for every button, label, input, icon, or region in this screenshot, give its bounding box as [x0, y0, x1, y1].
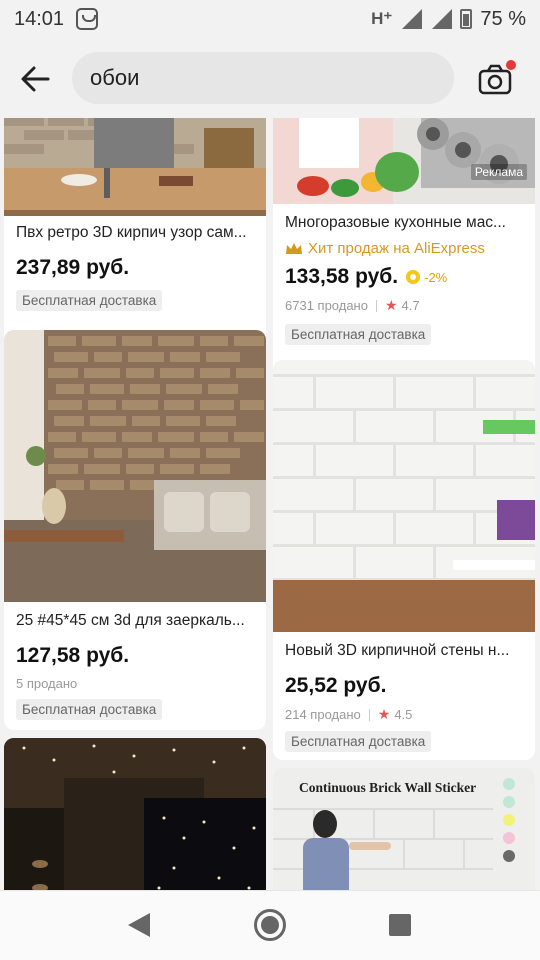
product-image: Реклама — [273, 118, 535, 204]
product-title: Новый 3D кирпичной стены н... — [285, 642, 510, 659]
product-card[interactable]: Новый 3D кирпичной стены н... 25,52 руб.… — [273, 360, 535, 760]
product-info: Многоразовые кухонные мас... Хит продаж … — [285, 214, 525, 345]
free-shipping-badge: Бесплатная доставка — [285, 731, 432, 752]
product-image — [4, 330, 266, 602]
product-card[interactable] — [4, 738, 266, 890]
sold-count: 5 продано — [16, 676, 78, 691]
product-price: 237,89 руб. — [16, 256, 130, 279]
sold-count: 6731 продано — [285, 298, 368, 313]
free-shipping-badge: Бесплатная доставка — [285, 324, 432, 345]
product-price: 133,58 руб. -2% — [285, 265, 448, 288]
product-card[interactable]: 25 #45*45 см 3d для заеркаль... 127,58 р… — [4, 330, 266, 730]
signal-icon — [400, 9, 423, 29]
battery-level: 75 % — [480, 7, 526, 30]
system-nav-bar — [0, 890, 540, 960]
status-icons: H⁺ 75 % — [371, 8, 526, 31]
free-shipping-badge: Бесплатная доставка — [16, 699, 163, 720]
star-icon: ★ — [377, 706, 391, 722]
product-price: 127,58 руб. — [16, 644, 130, 667]
stone-wall-illustration — [4, 330, 266, 602]
product-meta: 6731 продано ★ 4.7 — [285, 297, 525, 314]
product-image — [4, 738, 266, 890]
white-brick-illustration — [273, 360, 535, 632]
product-image — [4, 118, 266, 216]
status-time: 14:01 — [14, 7, 65, 30]
product-info: 25 #45*45 см 3d для заеркаль... 127,58 р… — [16, 612, 256, 720]
nav-back-icon[interactable] — [128, 913, 150, 937]
rating: 4.5 — [394, 707, 413, 722]
status-bar: 14:01 H⁺ 75 % — [0, 0, 540, 38]
image-caption: Continuous Brick Wall Sticker — [299, 780, 477, 795]
product-meta: 5 продано — [16, 676, 256, 691]
ad-label: Реклама — [470, 164, 527, 180]
star-icon: ★ — [384, 297, 398, 313]
battery-icon — [460, 9, 473, 29]
product-grid: Пвх ретро 3D кирпич узор сам... 237,89 р… — [0, 118, 540, 890]
product-title: Пвх ретро 3D кирпич узор сам... — [16, 224, 247, 241]
search-bar[interactable] — [72, 52, 454, 104]
search-header — [0, 38, 540, 118]
camera-search-icon[interactable] — [476, 60, 516, 100]
nav-home-icon[interactable] — [254, 909, 286, 941]
product-image — [273, 360, 535, 632]
product-title: 25 #45*45 см 3d для заеркаль... — [16, 612, 245, 629]
rating: 4.7 — [401, 298, 420, 313]
signal-icon-2 — [430, 9, 453, 29]
product-info: Пвх ретро 3D кирпич узор сам... 237,89 р… — [16, 224, 256, 311]
product-meta: 214 продано ★ 4.5 — [285, 706, 525, 723]
product-price: 25,52 руб. — [285, 674, 387, 697]
notification-icon — [76, 8, 99, 30]
product-card[interactable]: Continuous Brick Wall Sticker — [273, 768, 535, 890]
back-arrow-icon[interactable] — [18, 62, 52, 96]
product-image: Continuous Brick Wall Sticker — [273, 768, 535, 890]
starry-ceiling-illustration — [4, 738, 266, 890]
coin-discount: -2% — [406, 270, 447, 285]
product-info: Новый 3D кирпичной стены н... 25,52 руб.… — [285, 642, 525, 752]
nav-recent-apps-icon[interactable] — [389, 914, 411, 936]
kitchen-foil-illustration — [273, 118, 535, 204]
bestseller-badge: Хит продаж на AliExpress — [285, 240, 525, 257]
free-shipping-badge: Бесплатная доставка — [16, 290, 163, 311]
network-type: H⁺ — [371, 9, 393, 28]
crown-icon — [286, 242, 302, 254]
coin-icon — [406, 270, 421, 284]
product-title: Многоразовые кухонные мас... — [285, 214, 506, 231]
sold-count: 214 продано — [285, 707, 361, 722]
living-room-illustration — [4, 118, 266, 216]
search-input[interactable] — [90, 65, 436, 91]
